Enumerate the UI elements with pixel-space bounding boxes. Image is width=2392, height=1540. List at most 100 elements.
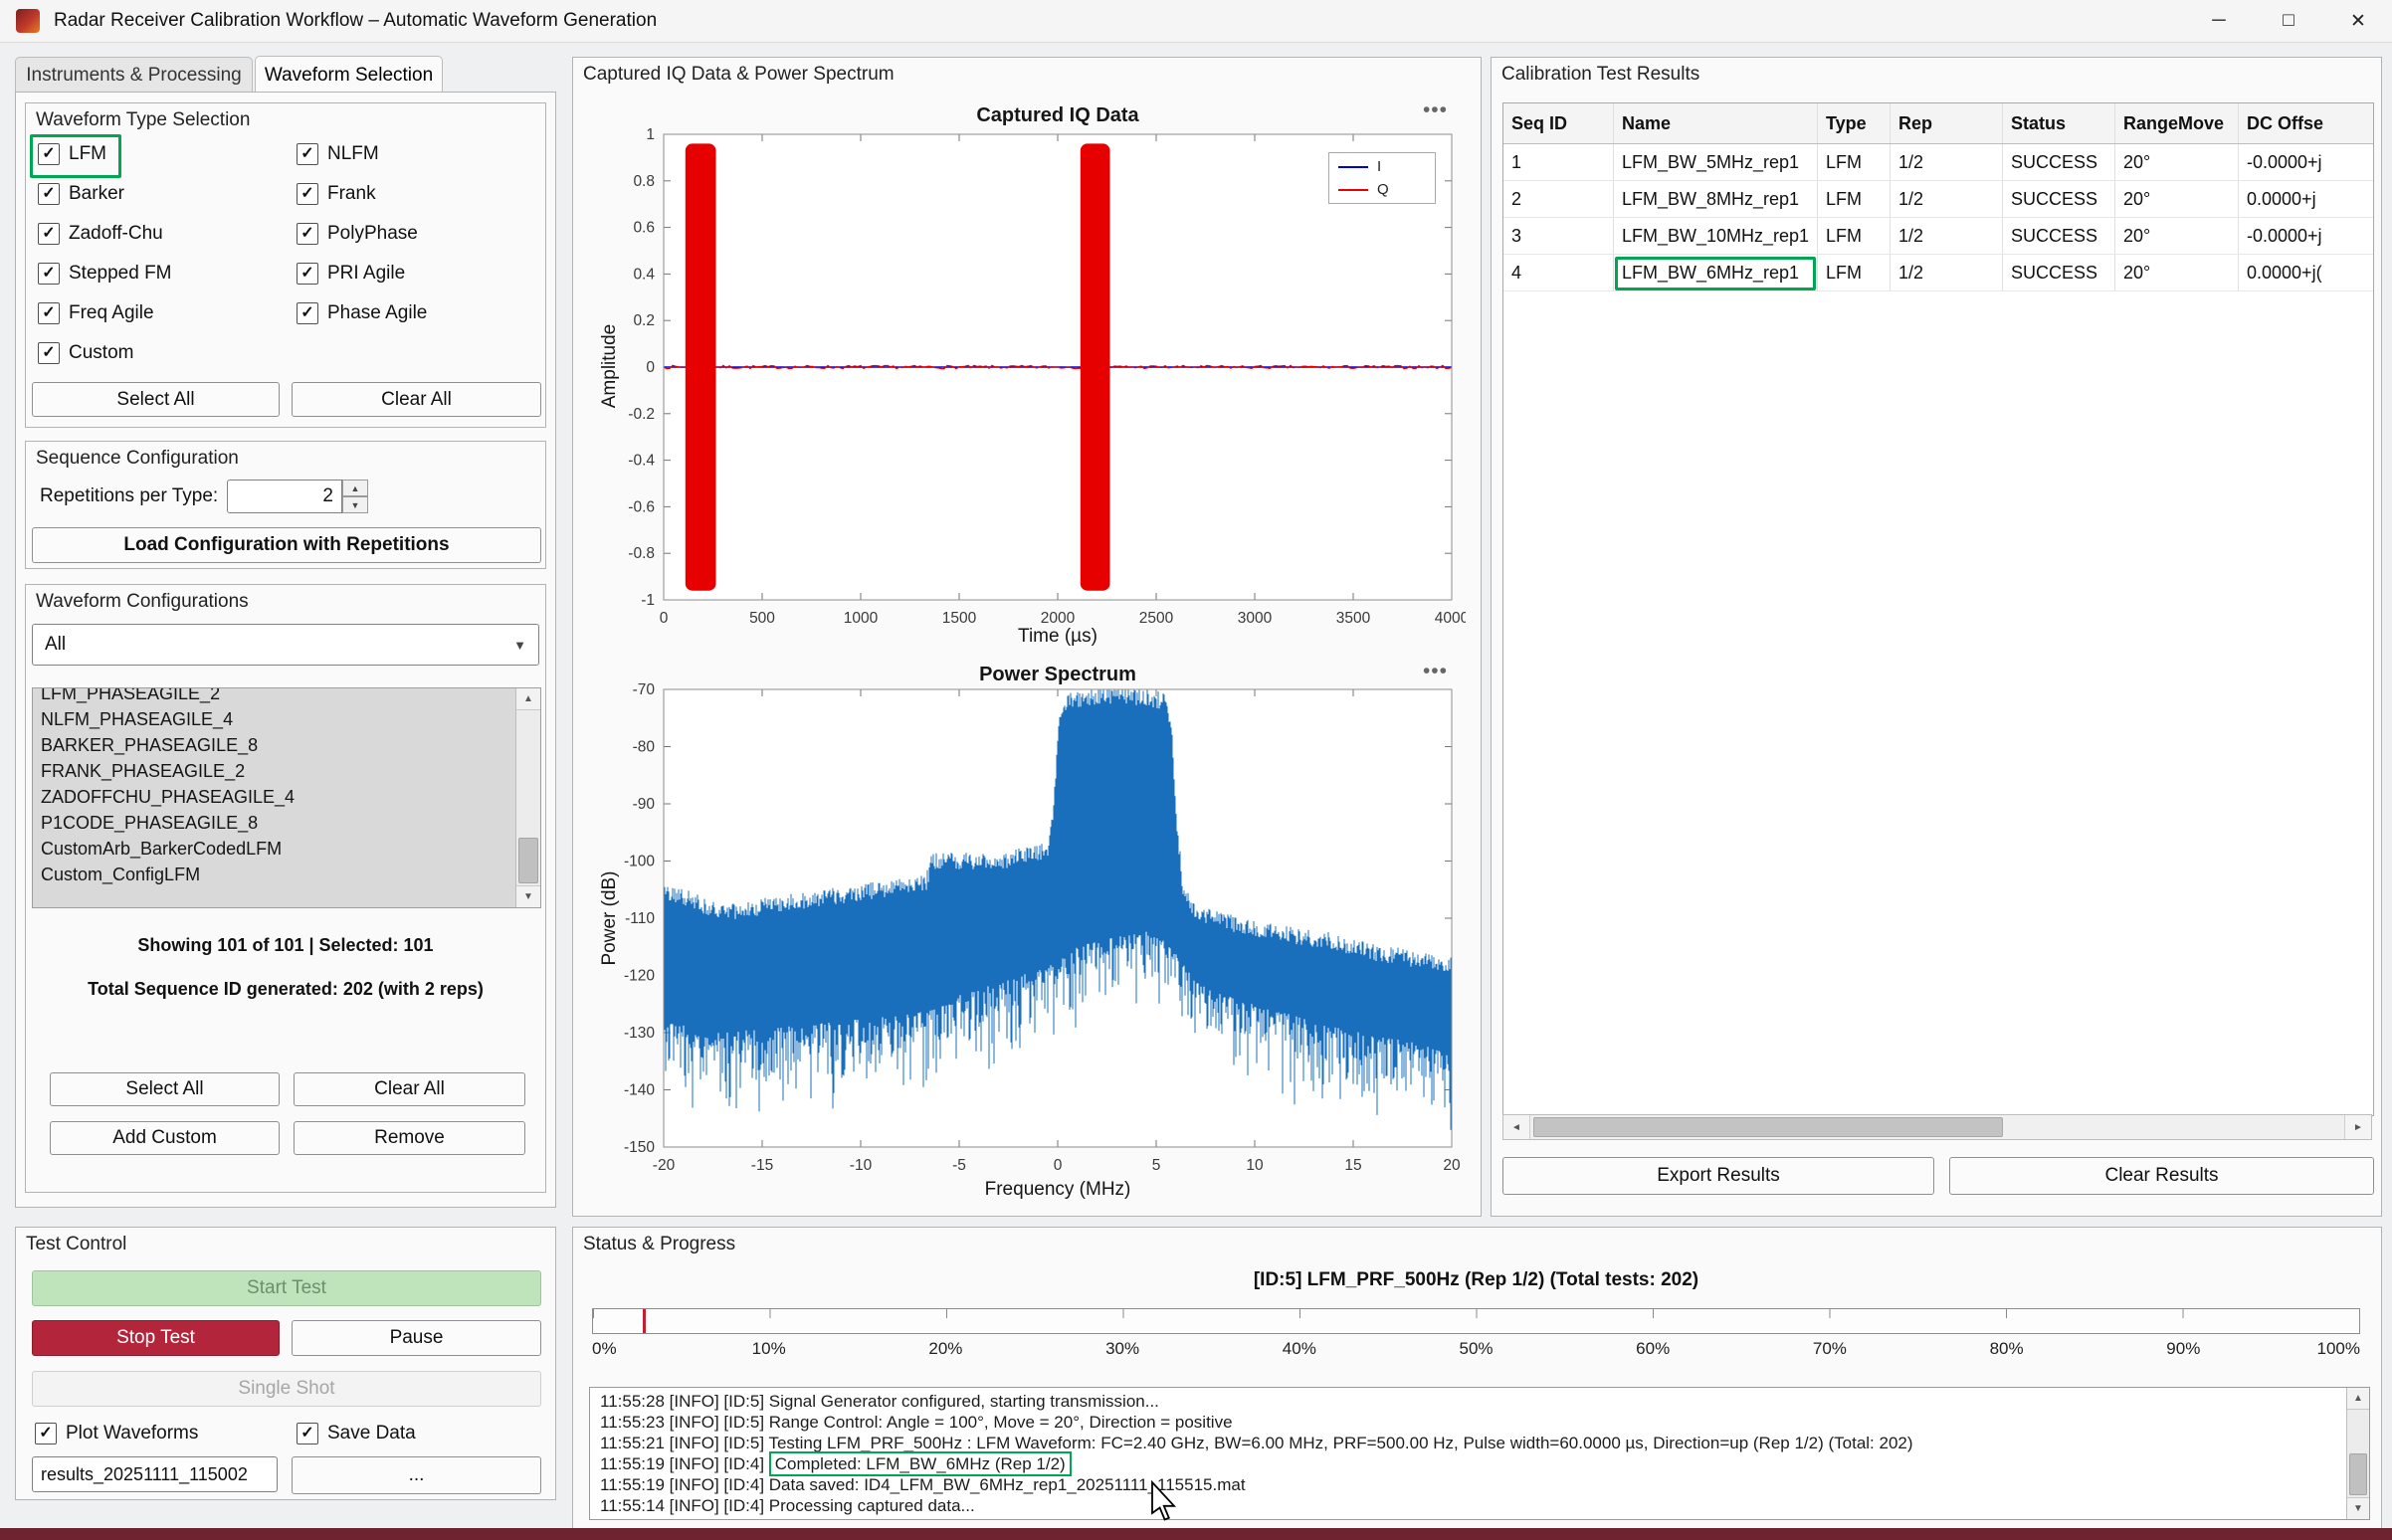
table-row-2[interactable]: 2 LFM_BW_8MHz_rep1 LFM 1/2 SUCCESS 20° 0… <box>1503 181 2373 218</box>
start-test-button[interactable]: Start Test <box>32 1270 541 1306</box>
checkbox-phase-agile[interactable]: ✓Phase Agile <box>297 298 427 328</box>
table-row-1[interactable]: 1 LFM_BW_5MHz_rep1 LFM 1/2 SUCCESS 20° -… <box>1503 144 2373 181</box>
pause-button[interactable]: Pause <box>292 1320 541 1356</box>
table-row-4[interactable]: 4 LFM_BW_6MHz_rep1 LFM 1/2 SUCCESS 20° 0… <box>1503 255 2373 291</box>
progress-marker <box>643 1309 646 1333</box>
scroll-up-icon[interactable]: ▲ <box>516 688 540 710</box>
close-button[interactable]: ✕ <box>2324 0 2392 42</box>
checkbox-label: LFM <box>69 143 106 165</box>
scroll-thumb[interactable] <box>2349 1453 2367 1495</box>
progress-label: 70% <box>1813 1339 1847 1359</box>
export-results-button[interactable]: Export Results <box>1502 1157 1934 1195</box>
checkbox-pri-agile[interactable]: ✓PRI Agile <box>297 259 405 289</box>
column-header[interactable]: Type <box>1818 103 1891 143</box>
checkbox-polyphase[interactable]: ✓PolyPhase <box>297 219 418 249</box>
checkbox-lfm[interactable]: ✓LFM <box>38 139 106 169</box>
svg-text:-0.2: -0.2 <box>628 406 655 423</box>
checkbox-plot-waveforms[interactable]: ✓Plot Waveforms <box>35 1419 198 1448</box>
tab-instruments-processing[interactable]: Instruments & Processing <box>15 57 253 93</box>
waveform-clear-all-button[interactable]: Clear All <box>292 382 541 417</box>
column-header[interactable]: Name <box>1614 103 1818 143</box>
column-header[interactable]: DC Offse <box>2239 103 2373 143</box>
configs-select-all-button[interactable]: Select All <box>50 1072 280 1106</box>
spinner-down-icon[interactable]: ▼ <box>342 496 368 513</box>
checkbox-label: Stepped FM <box>69 263 172 285</box>
check-icon: ✓ <box>300 1426 313 1442</box>
axes-toolbar-icon[interactable]: ••• <box>1423 660 1448 683</box>
mouse-cursor <box>1149 1480 1185 1524</box>
checkbox-stepped-fm[interactable]: ✓Stepped FM <box>38 259 172 289</box>
checkbox-save-data[interactable]: ✓Save Data <box>297 1419 416 1448</box>
remove-button[interactable]: Remove <box>294 1121 525 1155</box>
minimize-button[interactable]: ─ <box>2185 0 2253 42</box>
list-item[interactable]: CustomArb_BarkerCodedLFM <box>33 836 516 862</box>
list-item[interactable]: NLFM_PHASEAGILE_4 <box>33 706 516 732</box>
checkbox-label: Freq Agile <box>69 302 154 324</box>
single-shot-button[interactable]: Single Shot <box>32 1371 541 1407</box>
progress-label: 30% <box>1105 1339 1139 1359</box>
add-custom-button[interactable]: Add Custom <box>50 1121 280 1155</box>
results-file-input[interactable] <box>32 1456 278 1492</box>
checkbox-box: ✓ <box>38 302 60 324</box>
spinner-up-icon[interactable]: ▲ <box>342 480 368 496</box>
axes-toolbar-icon[interactable]: ••• <box>1423 98 1448 122</box>
legend: I Q <box>1328 152 1436 204</box>
list-item[interactable]: ZADOFFCHU_PHASEAGILE_4 <box>33 784 516 810</box>
browse-button[interactable]: ... <box>292 1456 541 1494</box>
group-title: Waveform Configurations <box>36 591 249 613</box>
status-log[interactable]: 11:55:28 [INFO] [ID:5] Signal Generator … <box>589 1387 2370 1520</box>
log-line: 11:55:14 [INFO] [ID:4] Processing captur… <box>590 1495 2369 1516</box>
log-line-prefix: 11:55:19 [INFO] [ID:4] <box>600 1454 769 1473</box>
cell-rep: 1/2 <box>1891 255 2003 290</box>
config-listbox[interactable]: LFM_PHASEAGILE_2 NLFM_PHASEAGILE_4 BARKE… <box>32 687 541 908</box>
checkbox-custom[interactable]: ✓Custom <box>38 338 133 368</box>
scroll-thumb[interactable] <box>1533 1117 2003 1137</box>
checkbox-nlfm[interactable]: ✓NLFM <box>297 139 379 169</box>
legend-entry-q: Q <box>1338 181 1426 198</box>
repetitions-spinner-value[interactable]: 2 <box>227 480 342 513</box>
checkbox-zadoff-chu[interactable]: ✓Zadoff-Chu <box>38 219 163 249</box>
log-vscrollbar[interactable]: ▲ ▼ <box>2346 1388 2369 1519</box>
clear-results-button[interactable]: Clear Results <box>1949 1157 2374 1195</box>
column-header[interactable]: Rep <box>1891 103 2003 143</box>
svg-text:15: 15 <box>1344 1157 1361 1174</box>
scroll-down-icon[interactable]: ▼ <box>516 885 540 907</box>
list-item[interactable]: FRANK_PHASEAGILE_2 <box>33 758 516 784</box>
table-hscrollbar[interactable]: ◄ ► <box>1502 1114 2372 1140</box>
list-item[interactable]: BARKER_PHASEAGILE_8 <box>33 732 516 758</box>
stop-test-button[interactable]: Stop Test <box>32 1320 280 1356</box>
column-header[interactable]: Status <box>2003 103 2115 143</box>
check-icon: ✓ <box>300 186 313 202</box>
scroll-right-icon[interactable]: ► <box>2344 1115 2371 1139</box>
scroll-down-icon[interactable]: ▼ <box>2347 1497 2369 1519</box>
svg-text:5: 5 <box>1152 1157 1161 1174</box>
load-configuration-button[interactable]: Load Configuration with Repetitions <box>32 527 541 563</box>
checkbox-frank[interactable]: ✓Frank <box>297 179 376 209</box>
maximize-button[interactable]: □ <box>2255 0 2322 42</box>
column-header[interactable]: Seq ID <box>1503 103 1614 143</box>
waveform-select-all-button[interactable]: Select All <box>32 382 280 417</box>
table-row-3[interactable]: 3 LFM_BW_10MHz_rep1 LFM 1/2 SUCCESS 20° … <box>1503 218 2373 255</box>
repetitions-spinner-arrows[interactable]: ▲ ▼ <box>342 480 368 513</box>
listbox-vscrollbar[interactable]: ▲ ▼ <box>515 688 540 907</box>
list-item[interactable]: P1CODE_PHASEAGILE_8 <box>33 810 516 836</box>
list-item[interactable]: Custom_ConfigLFM <box>33 862 516 887</box>
check-icon: ✓ <box>39 1426 52 1442</box>
scroll-up-icon[interactable]: ▲ <box>2347 1388 2369 1410</box>
checkbox-freq-agile[interactable]: ✓ Freq Agile <box>38 298 154 328</box>
scroll-thumb[interactable] <box>518 838 538 883</box>
list-item[interactable]: LFM_PHASEAGILE_2 <box>33 687 516 706</box>
svg-text:2500: 2500 <box>1139 610 1174 627</box>
config-filter-dropdown[interactable]: All ▼ <box>32 624 539 666</box>
scroll-left-icon[interactable]: ◄ <box>1503 1115 1530 1139</box>
svg-text:-140: -140 <box>624 1082 655 1099</box>
checkbox-barker[interactable]: ✓Barker <box>38 179 124 209</box>
progress-label: 100% <box>2317 1339 2360 1359</box>
column-header[interactable]: RangeMove <box>2115 103 2239 143</box>
checkbox-label: Phase Agile <box>327 302 427 324</box>
configs-clear-all-button[interactable]: Clear All <box>294 1072 525 1106</box>
svg-text:0.8: 0.8 <box>633 173 655 190</box>
svg-text:-15: -15 <box>751 1157 773 1174</box>
tab-waveform-selection[interactable]: Waveform Selection <box>255 56 443 94</box>
checkbox-box: ✓ <box>38 342 60 364</box>
